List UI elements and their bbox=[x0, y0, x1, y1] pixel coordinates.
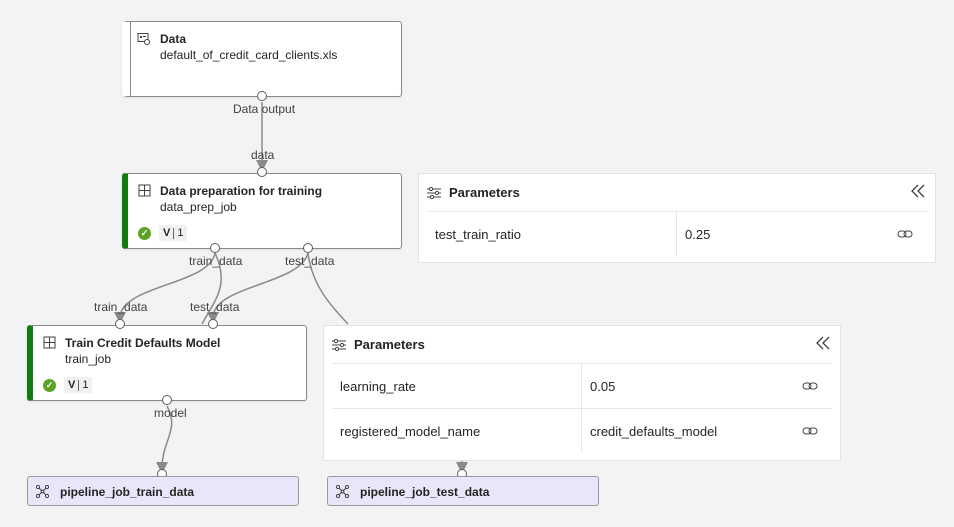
train-model-port[interactable] bbox=[162, 395, 172, 405]
output-name: pipeline_job_test_data bbox=[360, 485, 490, 499]
link-icon[interactable] bbox=[802, 379, 818, 391]
parameter-value: 0.25 bbox=[685, 227, 711, 242]
version-separator bbox=[78, 379, 80, 391]
column-divider bbox=[581, 409, 582, 453]
collapse-icon[interactable] bbox=[816, 335, 830, 351]
component-icon bbox=[138, 184, 152, 198]
train-input-test-port[interactable] bbox=[208, 319, 218, 329]
version-number: 1 bbox=[82, 379, 89, 391]
node-title: Data preparation for training bbox=[160, 184, 323, 198]
data-node[interactable]: Data default_of_credit_card_clients.xls bbox=[122, 21, 402, 97]
node-subtitle: train_job bbox=[65, 352, 112, 366]
node-title: Data bbox=[160, 32, 187, 46]
column-divider bbox=[676, 212, 677, 256]
component-icon bbox=[43, 336, 57, 350]
prep-train-data-label: train_data bbox=[189, 254, 243, 268]
train-model-node[interactable]: Train Credit Defaults Model train_job ✓ … bbox=[27, 325, 307, 401]
node-subtitle: default_of_credit_card_clients.xls bbox=[160, 48, 338, 62]
prep-test-data-port[interactable] bbox=[303, 243, 313, 253]
node-status: ✓ V 1 bbox=[138, 225, 188, 241]
pipeline-canvas[interactable]: Data default_of_credit_card_clients.xls … bbox=[0, 0, 954, 527]
node-status: ✓ V 1 bbox=[43, 377, 93, 393]
pipeline-train-output-node[interactable]: pipeline_job_train_data bbox=[27, 476, 299, 506]
data-prep-node[interactable]: Data preparation for training data_prep_… bbox=[122, 173, 402, 249]
version-badge: V 1 bbox=[64, 377, 93, 393]
parameter-name: registered_model_name bbox=[340, 424, 481, 439]
success-check-icon: ✓ bbox=[138, 226, 151, 240]
version-separator bbox=[173, 227, 175, 239]
panel-header: Parameters bbox=[419, 174, 935, 210]
collapse-icon[interactable] bbox=[911, 183, 925, 199]
success-check-icon: ✓ bbox=[43, 378, 56, 392]
panel-title: Parameters bbox=[354, 337, 425, 352]
panel-title: Parameters bbox=[449, 185, 520, 200]
parameter-row: registered_model_name credit_defaults_mo… bbox=[332, 408, 832, 453]
parameters-icon bbox=[332, 338, 346, 352]
node-title: Train Credit Defaults Model bbox=[65, 336, 221, 350]
prep-input-port[interactable] bbox=[257, 167, 267, 177]
data-output-port[interactable] bbox=[257, 91, 267, 101]
version-badge: V 1 bbox=[159, 225, 188, 241]
train-input-train-port[interactable] bbox=[115, 319, 125, 329]
version-label: V bbox=[163, 227, 171, 239]
train-input-test-label: test_data bbox=[190, 300, 240, 314]
pipeline-output-icon bbox=[35, 484, 50, 499]
parameter-row: test_train_ratio 0.25 bbox=[427, 211, 927, 256]
train-input-train-label: train_data bbox=[94, 300, 148, 314]
link-icon[interactable] bbox=[802, 424, 818, 436]
parameter-row: learning_rate 0.05 bbox=[332, 363, 832, 408]
prep-input-label: data bbox=[251, 148, 275, 162]
panel-header: Parameters bbox=[324, 326, 840, 362]
data-output-label: Data output bbox=[233, 102, 296, 116]
prep-test-data-label: test_data bbox=[285, 254, 335, 268]
version-number: 1 bbox=[177, 227, 184, 239]
node-subtitle: data_prep_job bbox=[160, 200, 237, 214]
output-name: pipeline_job_train_data bbox=[60, 485, 195, 499]
dataset-icon bbox=[137, 32, 151, 46]
pipeline-test-output-node[interactable]: pipeline_job_test_data bbox=[327, 476, 599, 506]
parameter-value: credit_defaults_model bbox=[590, 424, 718, 439]
parameter-name: test_train_ratio bbox=[435, 227, 521, 242]
prep-train-data-port[interactable] bbox=[210, 243, 220, 253]
column-divider bbox=[581, 364, 582, 408]
parameter-name: learning_rate bbox=[340, 379, 416, 394]
train-parameters-panel: Parameters learning_rate 0.05 registered… bbox=[323, 325, 841, 461]
parameter-value: 0.05 bbox=[590, 379, 616, 394]
train-model-label: model bbox=[154, 406, 187, 420]
parameters-icon bbox=[427, 186, 441, 200]
version-label: V bbox=[68, 379, 76, 391]
link-icon[interactable] bbox=[897, 227, 913, 239]
pipeline-output-icon bbox=[335, 484, 350, 499]
prep-parameters-panel: Parameters test_train_ratio 0.25 bbox=[418, 173, 936, 263]
